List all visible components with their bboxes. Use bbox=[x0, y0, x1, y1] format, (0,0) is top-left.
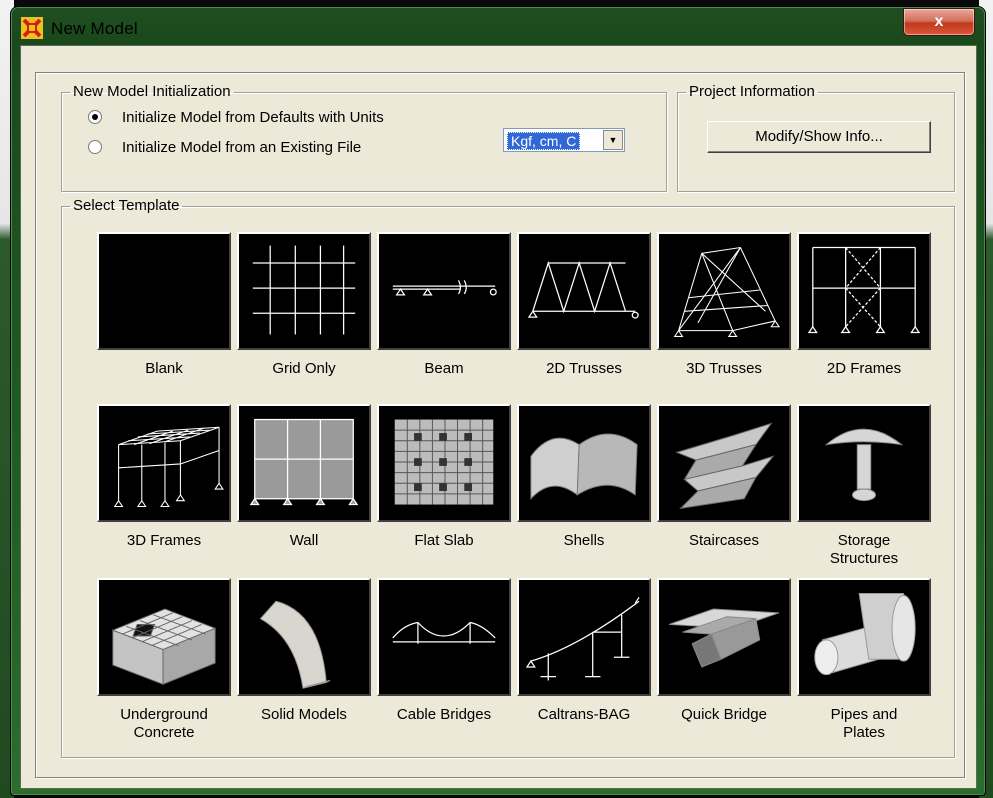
template-label: Quick Bridge bbox=[681, 706, 767, 723]
template-label: Blank bbox=[145, 360, 183, 377]
pipes-plates-icon bbox=[814, 593, 916, 676]
beam-icon bbox=[392, 280, 497, 296]
template-label: Flat Slab bbox=[414, 532, 474, 549]
title-bar[interactable]: New Model x bbox=[11, 7, 985, 45]
storage-structure-icon bbox=[824, 428, 904, 502]
2d-truss-icon bbox=[527, 260, 639, 319]
template-label: Caltrans-BAG bbox=[537, 706, 631, 723]
template-tile-solid-model[interactable] bbox=[237, 578, 371, 696]
template-tile-3d-frame[interactable] bbox=[97, 404, 231, 522]
template-label: Solid Models bbox=[261, 706, 347, 723]
close-button[interactable]: x bbox=[903, 8, 975, 36]
radio-row-existing[interactable]: Initialize Model from an Existing File bbox=[88, 136, 361, 158]
template-tile-3d-truss[interactable] bbox=[657, 232, 791, 350]
template-tile-2d-frame[interactable] bbox=[797, 232, 931, 350]
shells-icon bbox=[530, 433, 638, 500]
underground-concrete-icon bbox=[111, 608, 217, 686]
template-label: Grid Only bbox=[272, 360, 336, 377]
template-label: Storage Structures bbox=[829, 532, 899, 567]
3d-truss-icon bbox=[673, 246, 781, 337]
template-tile-wall[interactable] bbox=[237, 404, 371, 522]
template-label: Staircases bbox=[688, 532, 760, 549]
defaults-option-label: Initialize Model from Defaults with Unit… bbox=[122, 108, 384, 126]
2d-frame-icon bbox=[807, 246, 921, 334]
caltrans-bag-icon bbox=[525, 597, 640, 681]
cable-bridge-icon bbox=[392, 621, 496, 644]
template-tile-cable-bridge[interactable] bbox=[377, 578, 511, 696]
template-tile-shells[interactable] bbox=[517, 404, 651, 522]
dropdown-arrow-icon[interactable]: ▼ bbox=[603, 130, 623, 150]
existing-file-radio-button[interactable] bbox=[88, 140, 102, 154]
dialog-client-area: New Model Initialization Initialize Mode… bbox=[20, 45, 977, 789]
blank-icon bbox=[99, 234, 229, 348]
units-selected-value: Kgf, cm, C bbox=[507, 132, 581, 150]
close-icon: x bbox=[934, 13, 944, 30]
wall-icon bbox=[249, 418, 359, 506]
template-tile-quick-bridge[interactable] bbox=[657, 578, 791, 696]
select-template-legend: Select Template bbox=[73, 197, 180, 214]
template-label: Wall bbox=[289, 532, 319, 549]
template-tile-grid[interactable] bbox=[237, 232, 371, 350]
template-tile-pipes-plates[interactable] bbox=[797, 578, 931, 696]
template-label: 2D Frames bbox=[826, 360, 902, 377]
template-tile-caltrans-bag[interactable] bbox=[517, 578, 651, 696]
template-tile-beam[interactable] bbox=[377, 232, 511, 350]
project-information-legend: Project Information bbox=[689, 83, 815, 100]
sap2000-app-icon bbox=[21, 17, 43, 39]
new-model-dialog: New Model x New Model Initialization Ini… bbox=[10, 6, 986, 796]
template-tile-blank[interactable] bbox=[97, 232, 231, 350]
3d-frame-icon bbox=[113, 426, 224, 508]
template-label: Beam bbox=[424, 360, 464, 377]
window-title: New Model bbox=[51, 19, 138, 38]
template-tile-staircase[interactable] bbox=[657, 404, 791, 522]
units-dropdown[interactable]: Kgf, cm, C ▼ bbox=[503, 128, 625, 152]
template-label: 3D Trusses bbox=[686, 360, 762, 377]
flat-slab-icon bbox=[394, 419, 494, 505]
quick-bridge-icon bbox=[668, 608, 780, 668]
grid-icon bbox=[252, 245, 356, 335]
template-label: Shells bbox=[563, 532, 605, 549]
modify-show-info-button[interactable]: Modify/Show Info... bbox=[707, 121, 931, 153]
new-model-initialization-legend: New Model Initialization bbox=[73, 83, 231, 100]
modify-show-info-label: Modify/Show Info... bbox=[755, 128, 883, 145]
template-tile-2d-truss[interactable] bbox=[517, 232, 651, 350]
template-label: 2D Trusses bbox=[546, 360, 622, 377]
template-label: Cable Bridges bbox=[396, 706, 492, 723]
template-label: 3D Frames bbox=[126, 532, 202, 549]
template-tile-storage-structure[interactable] bbox=[797, 404, 931, 522]
radio-row-defaults[interactable]: Initialize Model from Defaults with Unit… bbox=[88, 106, 384, 128]
template-tile-underground-concrete[interactable] bbox=[97, 578, 231, 696]
template-label: Pipes and Plates bbox=[830, 706, 898, 741]
template-label: Underground Concrete bbox=[120, 706, 208, 741]
defaults-radio-button[interactable] bbox=[88, 110, 102, 124]
solid-model-icon bbox=[259, 600, 331, 689]
staircase-icon bbox=[675, 422, 775, 510]
template-tile-flat-slab[interactable] bbox=[377, 404, 511, 522]
existing-file-option-label: Initialize Model from an Existing File bbox=[122, 138, 362, 156]
